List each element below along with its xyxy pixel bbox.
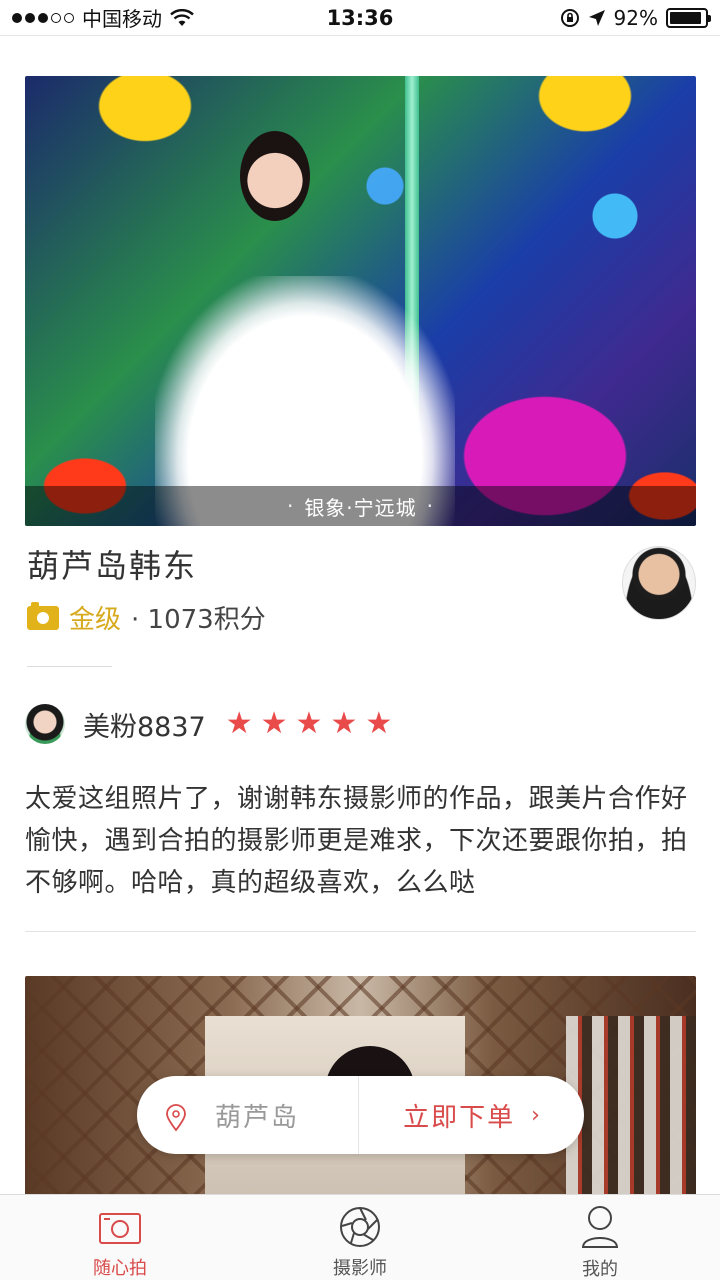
feed[interactable]: · 银象·宁远城 · 葫芦岛韩东 金级 · 1073积分 美粉8837 ★ ★ ★ ★… xyxy=(0,36,720,1194)
location-caption-text: 银象·宁远城 xyxy=(304,495,417,520)
status-right: 92% xyxy=(560,5,711,30)
order-now-label: 立即下单 xyxy=(403,1102,516,1133)
tab-photographers[interactable]: 摄影师 xyxy=(240,1195,480,1280)
bottle-shelf xyxy=(566,1016,696,1194)
photographer-avatar[interactable] xyxy=(622,546,696,620)
user-icon xyxy=(578,1205,622,1249)
location-order-bar: 葫芦岛 立即下单 › xyxy=(137,1076,584,1154)
tab-label: 我的 xyxy=(582,1259,618,1280)
aperture-icon xyxy=(338,1205,382,1248)
review-text: 太爱这组照片了，谢谢韩东摄影师的作品，跟美片合作好愉快，遇到合拍的摄影师更是难求… xyxy=(25,784,688,898)
points-label: · 1073积分 xyxy=(131,605,266,635)
battery-icon xyxy=(666,7,711,28)
tab-label: 摄影师 xyxy=(333,1258,387,1279)
level-label: 金级 xyxy=(69,605,122,635)
review-header: 美粉8837 ★ ★ ★ ★ ★ xyxy=(25,704,392,744)
city-selector[interactable]: 葫芦岛 xyxy=(137,1076,359,1154)
signal-strength-icon xyxy=(12,12,74,23)
camera-icon xyxy=(98,1205,142,1248)
status-bar: 中国移动 13:36 92% xyxy=(0,0,720,36)
location-pin-icon xyxy=(165,1104,187,1132)
caption-bullet-right: · xyxy=(426,494,435,518)
star-icon: ★ xyxy=(295,706,323,741)
divider xyxy=(25,931,696,932)
city-label: 葫芦岛 xyxy=(215,1102,300,1133)
tab-profile[interactable]: 我的 xyxy=(480,1195,720,1280)
reviewer-name: 美粉8837 xyxy=(83,711,206,743)
tab-label: 随心拍 xyxy=(93,1258,147,1279)
star-icon: ★ xyxy=(365,706,393,741)
bride-head xyxy=(240,131,310,221)
camera-badge-icon xyxy=(27,601,59,630)
reviewer-avatar[interactable] xyxy=(25,704,65,744)
caption-bullet-left: · xyxy=(286,494,295,518)
tab-bar: 随心拍 摄影师 我的 xyxy=(0,1194,720,1280)
star-icon: ★ xyxy=(330,706,358,741)
photographer-name[interactable]: 葫芦岛韩东 xyxy=(27,541,197,587)
order-now-button[interactable]: 立即下单 › xyxy=(359,1076,584,1154)
chevron-right-icon: › xyxy=(531,1102,540,1128)
divider xyxy=(27,666,112,667)
status-left: 中国移动 xyxy=(12,3,194,32)
star-icon: ★ xyxy=(260,706,288,741)
battery-percent: 92% xyxy=(613,5,658,30)
photo-location-caption: · 银象·宁远城 · xyxy=(25,486,696,526)
tab-casual-shoot[interactable]: 随心拍 xyxy=(0,1195,240,1280)
location-arrow-icon xyxy=(588,9,605,26)
post-photo[interactable]: · 银象·宁远城 · xyxy=(25,76,696,526)
rating-stars: ★ ★ ★ ★ ★ xyxy=(226,709,393,739)
star-icon: ★ xyxy=(225,706,253,741)
wifi-icon xyxy=(170,8,194,26)
orientation-lock-icon xyxy=(560,8,579,27)
photographer-level-row: 金级 · 1073积分 xyxy=(27,599,266,636)
carrier-label: 中国移动 xyxy=(82,7,162,31)
